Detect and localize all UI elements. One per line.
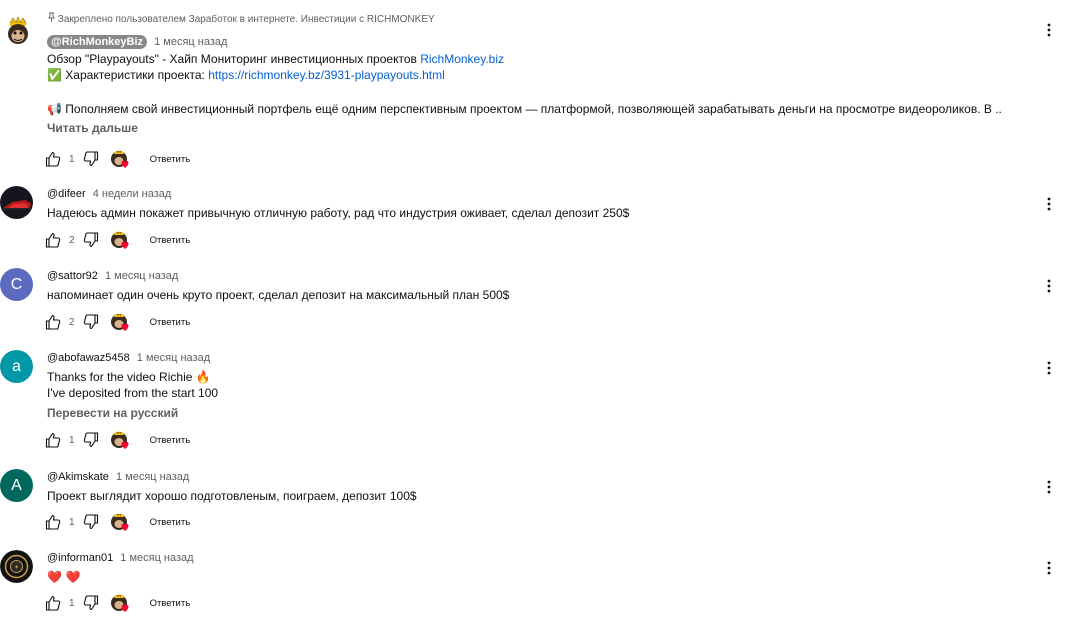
like-count: 1 [69, 597, 75, 609]
like-icon[interactable] [45, 151, 61, 167]
read-more-button[interactable]: Читать дальше [47, 120, 1036, 136]
like-count: 1 [69, 516, 75, 528]
more-vert-icon[interactable] [1042, 20, 1056, 40]
more-vert-icon[interactable] [1042, 558, 1056, 578]
comment-text-line2: I've deposited from the start 100 [47, 386, 219, 400]
megaphone-icon: 📢 [47, 102, 62, 116]
fire-icon: 🔥 [195, 370, 211, 384]
comment-actions: 2 Ответить [45, 230, 190, 250]
creator-heart-icon [110, 230, 131, 250]
reply-button[interactable]: Ответить [150, 154, 191, 165]
comment-time[interactable]: 1 месяц назад [137, 352, 210, 364]
comment-actions: 1 Ответить [45, 149, 190, 169]
comment-time[interactable]: 1 месяц назад [120, 552, 193, 564]
like-icon[interactable] [45, 595, 61, 611]
avatar-informan01[interactable]: ✦ [0, 550, 33, 583]
comment-text: Надеюсь админ покажет привычную отличную… [47, 206, 630, 220]
comment-text: Проект выглядит хорошо подготовленым, по… [47, 489, 417, 503]
comment-actions: 2 Ответить [45, 312, 190, 332]
avatar-letter[interactable]: a [0, 350, 33, 383]
dislike-icon[interactable] [83, 314, 99, 330]
avatar-richmonkey[interactable] [2, 14, 34, 46]
reply-button[interactable]: Ответить [150, 435, 191, 446]
translate-button[interactable]: Перевести на русский [47, 405, 1036, 421]
svg-text:✦: ✦ [14, 564, 19, 571]
text-span: Характеристики проекта: [61, 68, 209, 82]
like-icon[interactable] [45, 314, 61, 330]
like-count: 1 [69, 153, 75, 165]
reply-button[interactable]: Ответить [150, 317, 191, 328]
comment-actions: 1 Ответить [45, 430, 190, 450]
dislike-icon[interactable] [83, 232, 99, 248]
comment-time[interactable]: 1 месяц назад [105, 270, 178, 282]
pinned-by-text: Закреплено пользователем Заработок в инт… [57, 14, 435, 25]
text-span: Пополняем свой инвестиционный портфель е… [61, 102, 1002, 116]
avatar-letter-text: a [12, 357, 21, 375]
comment-text-line1: Thanks for the video Richie 🔥 [47, 369, 1036, 385]
text-span: Обзор "Playpayouts" - Хайп Мониторинг ин… [47, 52, 421, 66]
comment-author[interactable]: @informan01 [47, 552, 113, 564]
avatar-letter-text: A [11, 476, 22, 494]
reply-button[interactable]: Ответить [150, 517, 191, 528]
comment-meta: @difeer 4 недели назад [47, 186, 1036, 202]
dislike-icon[interactable] [83, 432, 99, 448]
comment-text: напоминает один очень круто проект, сдел… [47, 288, 510, 302]
reply-button[interactable]: Ответить [150, 235, 191, 246]
more-vert-icon[interactable] [1042, 358, 1056, 378]
comment-text-line2: ✅ Характеристики проекта: https://richmo… [47, 67, 1036, 83]
author-chip[interactable]: @RichMonkeyBiz [47, 35, 148, 49]
dislike-icon[interactable] [83, 514, 99, 530]
comment-meta: @sattor92 1 месяц назад [47, 268, 1036, 284]
comment-meta: @RichMonkeyBiz 1 месяц назад [47, 34, 1036, 50]
comment-time[interactable]: 1 месяц назад [116, 471, 189, 483]
comment-author[interactable]: @sattor92 [47, 270, 98, 282]
comment-meta: @Akimskate 1 месяц назад [47, 469, 1036, 485]
like-icon[interactable] [45, 232, 61, 248]
richmonkey-link[interactable]: RichMonkey.biz [420, 52, 504, 66]
more-vert-icon[interactable] [1042, 194, 1056, 214]
creator-heart-icon [110, 512, 131, 532]
comment-meta: @abofawaz5458 1 месяц назад [47, 350, 1036, 366]
dislike-icon[interactable] [83, 151, 99, 167]
comment-author[interactable]: @difeer [47, 188, 86, 200]
comment-author[interactable]: @abofawaz5458 [47, 352, 130, 364]
avatar-difeer[interactable] [0, 186, 33, 219]
comment-text-blank [47, 83, 1036, 99]
creator-heart-icon [110, 593, 131, 613]
pinned-label-row: Закреплено пользователем Заработок в инт… [47, 12, 1036, 26]
comment-meta: @informan01 1 месяц назад [47, 550, 1036, 566]
like-count: 1 [69, 434, 75, 446]
like-icon[interactable] [45, 432, 61, 448]
comment-time[interactable]: 1 месяц назад [154, 36, 227, 48]
comment-text-line3: 📢 Пополняем свой инвестиционный портфель… [47, 101, 1036, 117]
avatar-letter[interactable]: A [0, 469, 33, 502]
more-vert-icon[interactable] [1042, 276, 1056, 296]
check-mark-icon: ✅ [47, 68, 62, 82]
creator-heart-icon [110, 312, 131, 332]
like-count: 2 [69, 234, 75, 246]
like-icon[interactable] [45, 514, 61, 530]
avatar-letter-text: С [10, 275, 23, 293]
comment-text: ❤️ ❤️ [47, 570, 81, 584]
text-span: Thanks for the video Richie [47, 370, 196, 384]
comment-time[interactable]: 4 недели назад [93, 188, 172, 200]
comment-actions: 1 Ответить [45, 512, 190, 532]
reply-button[interactable]: Ответить [150, 598, 191, 609]
comment-actions: 1 Ответить [45, 593, 190, 613]
more-vert-icon[interactable] [1042, 477, 1056, 497]
project-url-link[interactable]: https://richmonkey.bz/3931-playpayouts.h… [208, 68, 445, 82]
creator-heart-icon [110, 430, 131, 450]
creator-heart-icon [110, 149, 131, 169]
comment-author[interactable]: @Akimskate [47, 471, 109, 483]
comment-text-line1: Обзор "Playpayouts" - Хайп Мониторинг ин… [47, 51, 1036, 67]
avatar-letter[interactable]: С [0, 268, 33, 301]
dislike-icon[interactable] [83, 595, 99, 611]
like-count: 2 [69, 316, 75, 328]
pin-icon [47, 12, 55, 27]
